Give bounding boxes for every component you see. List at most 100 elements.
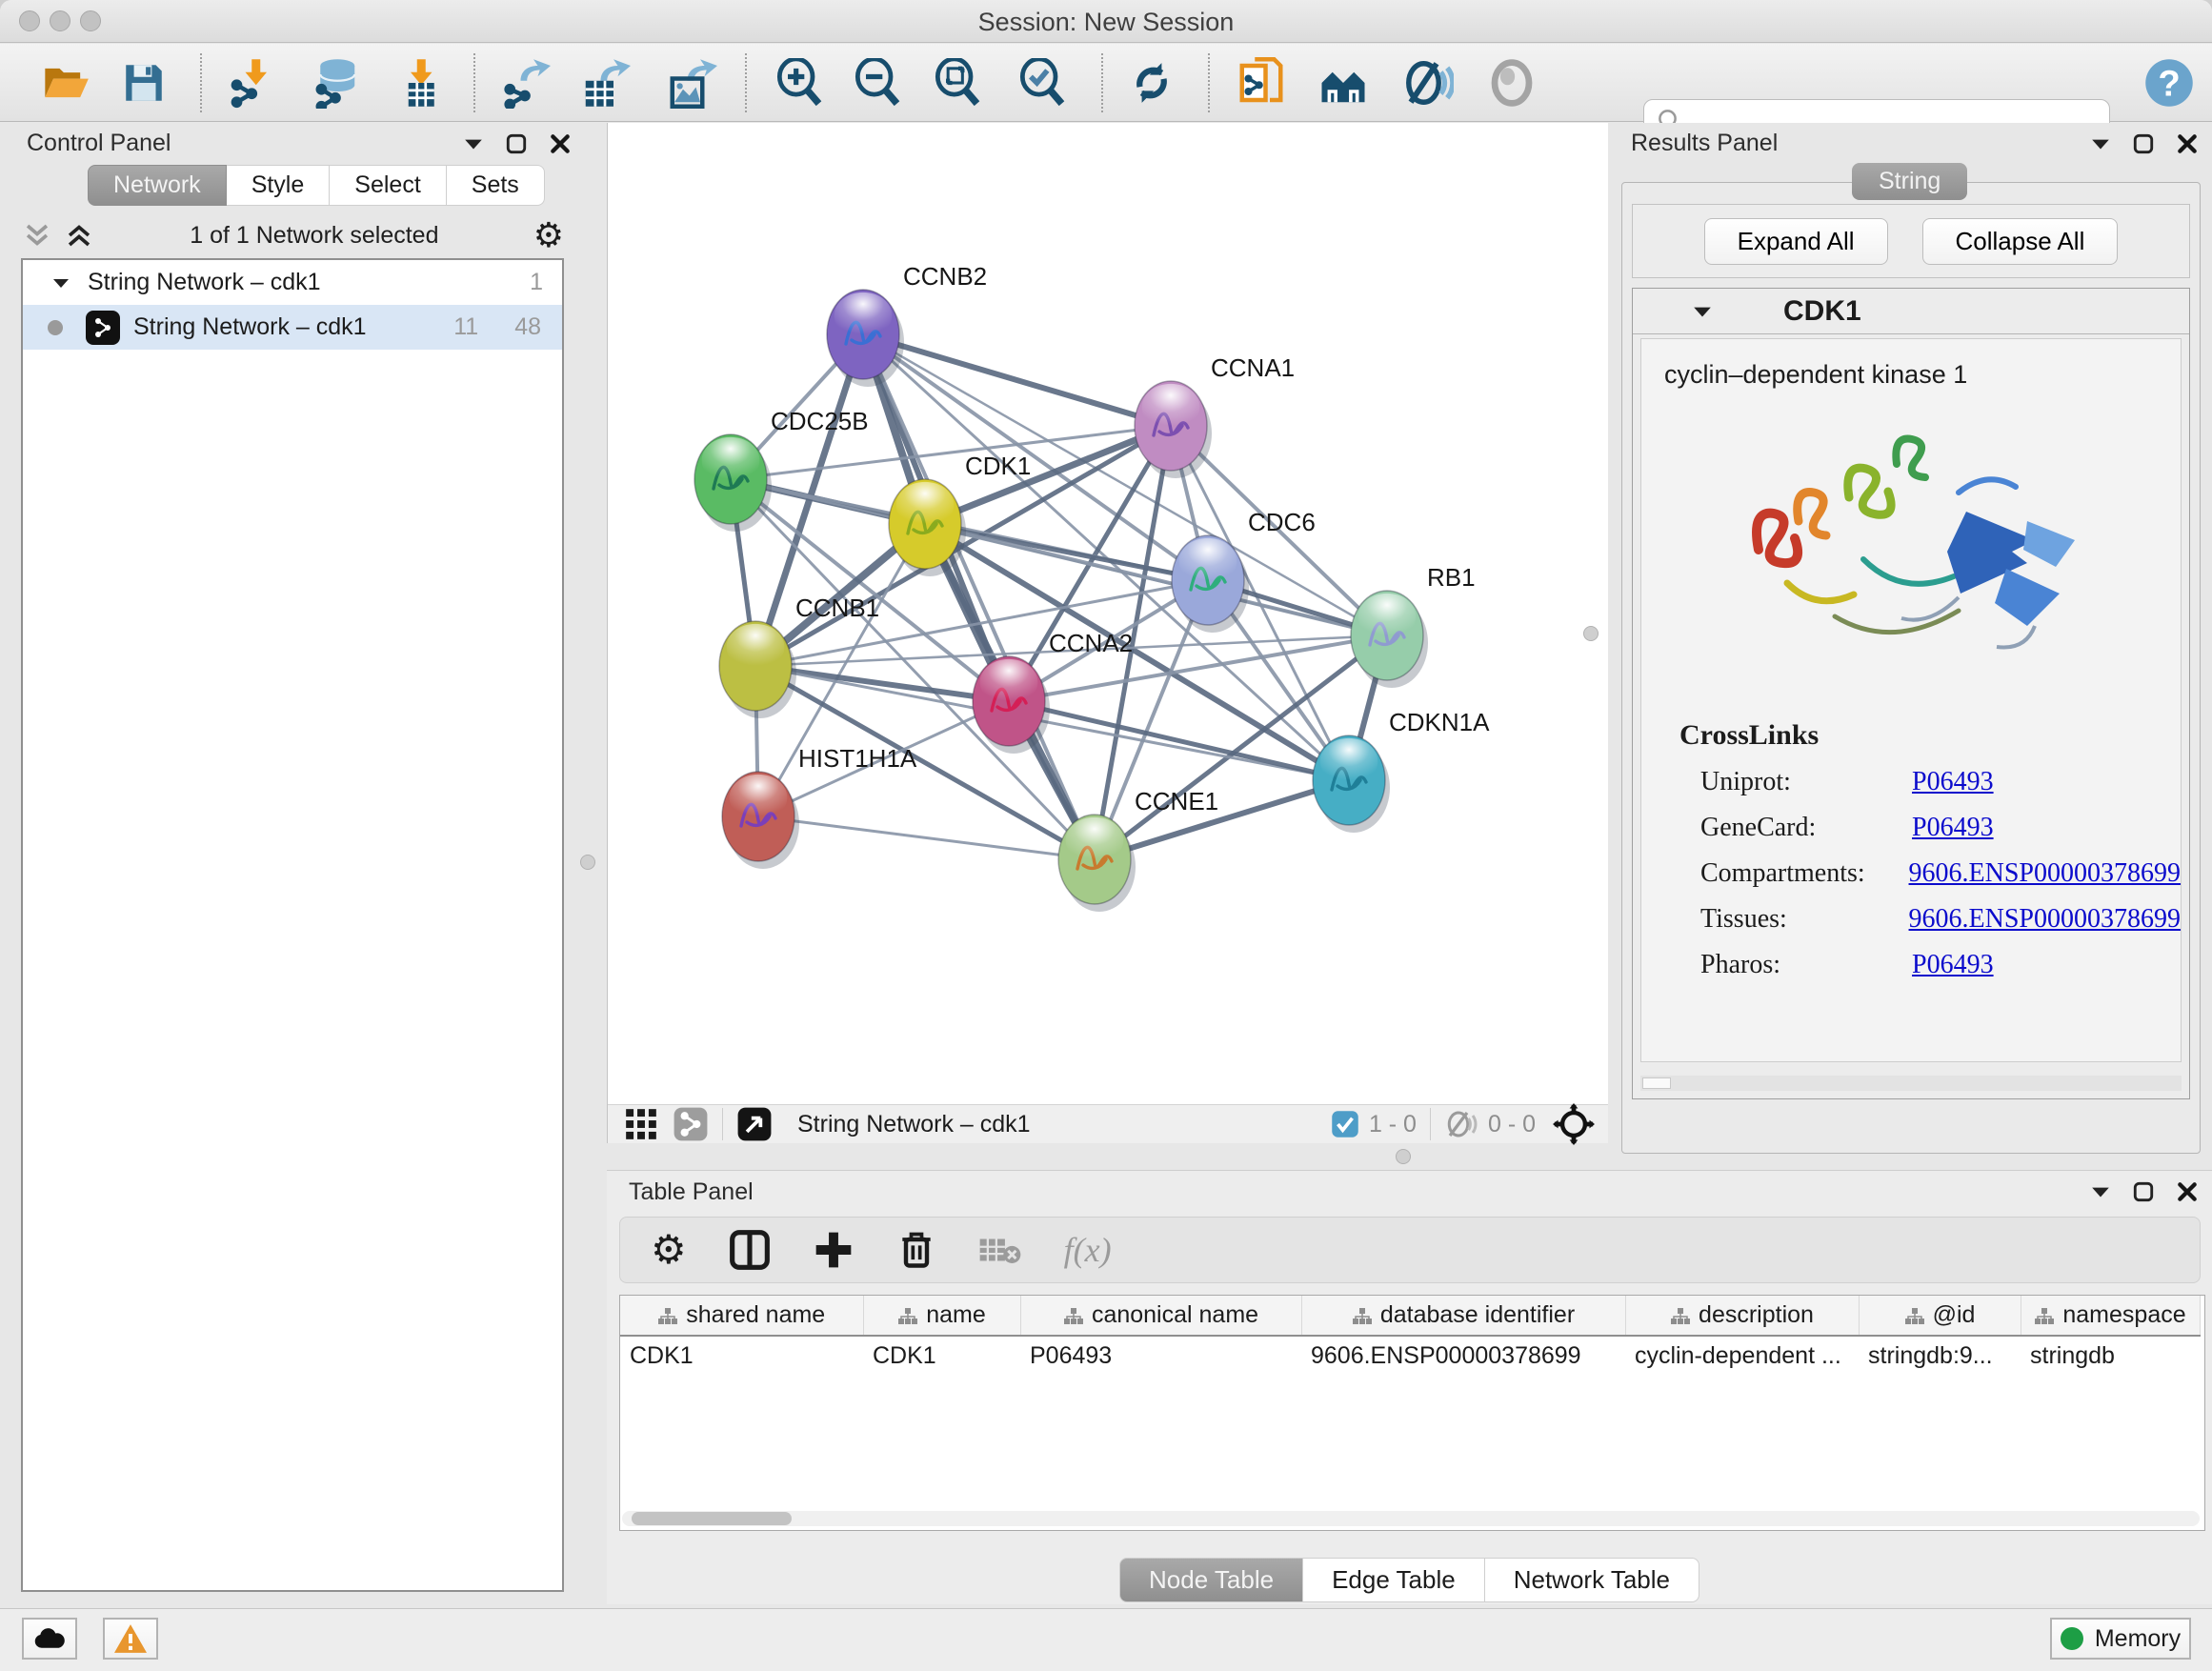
export-image-button[interactable] bbox=[664, 55, 719, 111]
add-column-icon[interactable] bbox=[813, 1229, 855, 1271]
column-header--id[interactable]: @id bbox=[1859, 1296, 2021, 1336]
edge-CDKN1A-CCNE1[interactable] bbox=[1095, 780, 1349, 859]
node-CCNB1[interactable]: CCNB1 bbox=[719, 594, 879, 718]
crosslink-link[interactable]: P06493 bbox=[1912, 950, 1994, 980]
float-panel-icon[interactable] bbox=[2132, 132, 2155, 155]
first-neighbors-button[interactable] bbox=[1316, 55, 1371, 111]
table-options-gear-icon[interactable]: ⚙ bbox=[651, 1230, 687, 1270]
close-panel-icon[interactable] bbox=[549, 132, 572, 155]
birds-eye-view-icon[interactable] bbox=[736, 1106, 773, 1142]
results-hscrollbar[interactable] bbox=[1640, 1076, 2182, 1091]
fit-selected-crosshair-icon[interactable] bbox=[1553, 1103, 1595, 1145]
table-cell[interactable]: stringdb:9... bbox=[1859, 1336, 2021, 1376]
zoom-fit-button[interactable] bbox=[931, 55, 986, 111]
expand-all-tree-icon[interactable] bbox=[63, 219, 95, 252]
column-header-shared-name[interactable]: shared name bbox=[620, 1296, 863, 1336]
zoom-out-button[interactable] bbox=[851, 55, 906, 111]
close-panel-icon[interactable] bbox=[2176, 132, 2199, 155]
zoom-in-button[interactable] bbox=[773, 55, 828, 111]
memory-button[interactable]: Memory bbox=[2050, 1618, 2191, 1660]
export-table-button[interactable] bbox=[577, 55, 633, 111]
edge-CCNB2-CCNA1[interactable] bbox=[863, 334, 1171, 426]
collapse-all-button[interactable]: Collapse All bbox=[1922, 218, 2119, 265]
bottom-splitter-handle[interactable] bbox=[1396, 1149, 1411, 1164]
column-header-namespace[interactable]: namespace bbox=[2021, 1296, 2200, 1336]
clone-network-button[interactable] bbox=[1234, 55, 1289, 111]
open-session-button[interactable] bbox=[38, 55, 93, 111]
save-session-button[interactable] bbox=[116, 55, 171, 111]
tab-string[interactable]: String bbox=[1852, 163, 1967, 200]
node-CCNB2[interactable]: CCNB2 bbox=[827, 262, 987, 387]
node-RB1[interactable]: RB1 bbox=[1351, 563, 1476, 688]
tree-expander-icon[interactable] bbox=[51, 275, 70, 291]
tab-network-table[interactable]: Network Table bbox=[1485, 1558, 1699, 1602]
column-header-database-identifier[interactable]: database identifier bbox=[1301, 1296, 1625, 1336]
column-header-name[interactable]: name bbox=[863, 1296, 1020, 1336]
zoom-selected-button[interactable] bbox=[1016, 55, 1071, 111]
left-splitter-handle[interactable] bbox=[580, 855, 595, 870]
table-row[interactable]: CDK1CDK1P064939606.ENSP00000378699cyclin… bbox=[620, 1336, 2200, 1376]
close-panel-icon[interactable] bbox=[2176, 1180, 2199, 1203]
entry-expander-icon[interactable] bbox=[1692, 304, 1713, 319]
table-cell[interactable]: P06493 bbox=[1020, 1336, 1301, 1376]
show-all-button[interactable] bbox=[1484, 55, 1539, 111]
delete-column-icon[interactable] bbox=[896, 1229, 936, 1271]
show-columns-icon[interactable] bbox=[729, 1229, 771, 1271]
expand-all-button[interactable]: Expand All bbox=[1704, 218, 1888, 265]
import-network-database-button[interactable] bbox=[308, 55, 363, 111]
crosslink-link[interactable]: P06493 bbox=[1912, 767, 1994, 797]
panel-menu-icon[interactable] bbox=[2090, 136, 2111, 151]
hide-selected-button[interactable] bbox=[1400, 55, 1456, 111]
collapse-all-tree-icon[interactable] bbox=[21, 219, 53, 252]
network-thumbnail-icon[interactable] bbox=[673, 1106, 709, 1142]
edge-CCNA2-CDKN1A[interactable] bbox=[1009, 701, 1349, 780]
warnings-button[interactable] bbox=[103, 1618, 158, 1660]
results-hscroll-thumb[interactable] bbox=[1642, 1077, 1671, 1089]
table-hscroll-thumb[interactable] bbox=[632, 1512, 792, 1525]
tab-node-table[interactable]: Node Table bbox=[1119, 1558, 1303, 1602]
crosslink-link[interactable]: P06493 bbox=[1912, 813, 1994, 843]
table-hscrollbar[interactable] bbox=[622, 1511, 2200, 1526]
apply-layout-button[interactable] bbox=[1124, 55, 1179, 111]
table-cell[interactable]: CDK1 bbox=[863, 1336, 1020, 1376]
node-HIST1H1A[interactable]: HIST1H1A bbox=[722, 744, 917, 869]
import-network-file-button[interactable] bbox=[222, 55, 277, 111]
import-table-button[interactable] bbox=[392, 55, 447, 111]
node-entry-header[interactable]: CDK1 bbox=[1633, 289, 2189, 334]
network-collection-row[interactable]: String Network – cdk1 1 bbox=[23, 260, 562, 305]
float-panel-icon[interactable] bbox=[2132, 1180, 2155, 1203]
tab-sets[interactable]: Sets bbox=[447, 165, 545, 206]
edge-CDK1-RB1[interactable] bbox=[925, 524, 1387, 635]
tab-network[interactable]: Network bbox=[88, 165, 227, 206]
tab-select[interactable]: Select bbox=[330, 165, 446, 206]
node-CCNA1[interactable]: CCNA1 bbox=[1135, 353, 1295, 478]
grid-view-icon[interactable] bbox=[623, 1106, 659, 1142]
node-CDKN1A[interactable]: CDKN1A bbox=[1313, 708, 1490, 833]
help-button[interactable]: ? bbox=[2142, 55, 2197, 111]
right-splitter-handle[interactable] bbox=[1583, 626, 1599, 641]
column-header-canonical-name[interactable]: canonical name bbox=[1020, 1296, 1301, 1336]
panel-menu-icon[interactable] bbox=[2090, 1184, 2111, 1199]
column-header-description[interactable]: description bbox=[1625, 1296, 1859, 1336]
node-CDC25B[interactable]: CDC25B bbox=[694, 407, 869, 532]
network-canvas[interactable]: CCNB2CCNA1CDC25BCDK1CDC6RB1CCNB1CCNA2CDK… bbox=[608, 123, 1608, 1104]
tab-style[interactable]: Style bbox=[227, 165, 331, 206]
table-cell[interactable]: cyclin-dependent ... bbox=[1625, 1336, 1859, 1376]
export-network-button[interactable] bbox=[497, 55, 553, 111]
cloud-button[interactable] bbox=[22, 1618, 77, 1660]
table-cell[interactable]: stringdb bbox=[2021, 1336, 2200, 1376]
network-row[interactable]: String Network – cdk1 11 48 bbox=[23, 305, 562, 350]
crosslink-link[interactable]: 9606.ENSP00000378699 bbox=[1909, 904, 2181, 935]
node-CCNE1[interactable]: CCNE1 bbox=[1058, 787, 1218, 912]
table-cell[interactable]: 9606.ENSP00000378699 bbox=[1301, 1336, 1625, 1376]
hidden-eye-slash-icon[interactable] bbox=[1444, 1107, 1478, 1141]
network-options-gear-icon[interactable]: ⚙ bbox=[533, 218, 564, 252]
table-cell[interactable]: CDK1 bbox=[620, 1336, 863, 1376]
crosslink-link[interactable]: 9606.ENSP00000378699 bbox=[1909, 858, 2181, 889]
edge-CCNB2-CCNE1[interactable] bbox=[863, 334, 1095, 859]
selected-checkbox-icon[interactable] bbox=[1331, 1110, 1359, 1138]
edge-HIST1H1A-CCNE1[interactable] bbox=[758, 816, 1095, 859]
panel-menu-icon[interactable] bbox=[463, 136, 484, 151]
tab-edge-table[interactable]: Edge Table bbox=[1303, 1558, 1485, 1602]
float-panel-icon[interactable] bbox=[505, 132, 528, 155]
